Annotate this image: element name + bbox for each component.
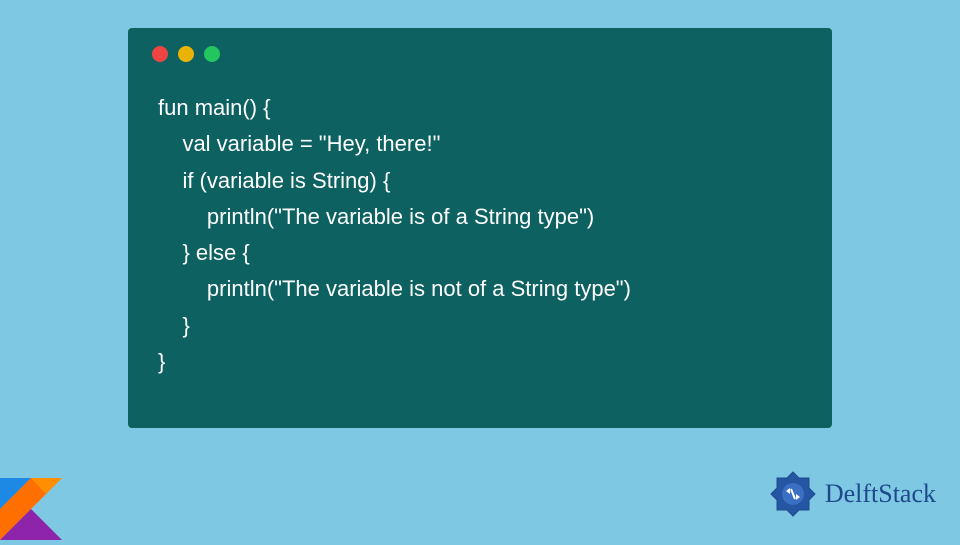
window-controls <box>128 28 832 70</box>
kotlin-logo-icon <box>0 478 62 540</box>
brand-name: DelftStack <box>825 479 936 509</box>
delftstack-logo-icon <box>767 468 819 520</box>
delftstack-branding: DelftStack <box>767 468 936 520</box>
maximize-dot-icon <box>204 46 220 62</box>
minimize-dot-icon <box>178 46 194 62</box>
code-window: fun main() { val variable = "Hey, there!… <box>128 28 832 428</box>
close-dot-icon <box>152 46 168 62</box>
code-content: fun main() { val variable = "Hey, there!… <box>128 70 832 400</box>
